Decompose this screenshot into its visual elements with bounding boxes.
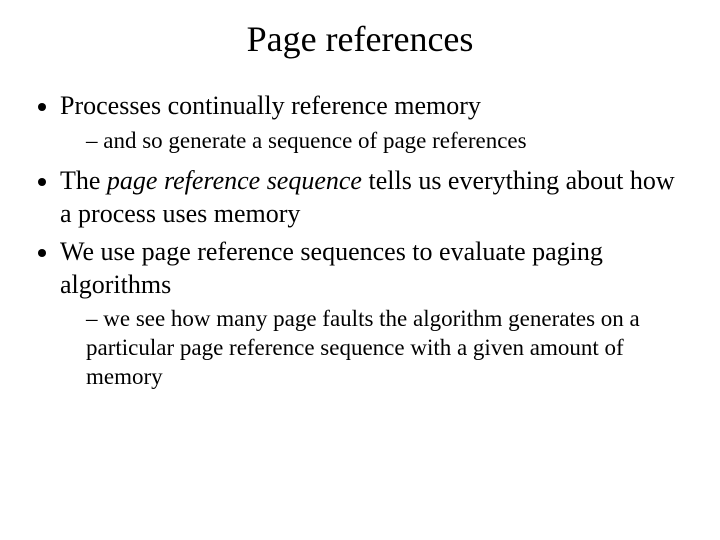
bullet-3-sublist: we see how many page faults the algorith… <box>60 305 692 391</box>
bullet-3: We use page reference sequences to evalu… <box>60 236 692 391</box>
bullet-1: Processes continually reference memory a… <box>60 90 692 155</box>
bullet-3-sub-1: we see how many page faults the algorith… <box>86 305 692 391</box>
bullet-1-text: Processes continually reference memory <box>60 91 481 120</box>
bullet-list: Processes continually reference memory a… <box>24 90 692 392</box>
slide: Page references Processes continually re… <box>0 18 720 540</box>
bullet-2-pre: The <box>60 166 107 195</box>
bullet-1-sublist: and so generate a sequence of page refer… <box>60 127 692 156</box>
bullet-2-term: page reference sequence <box>107 166 362 195</box>
bullet-1-sub-1: and so generate a sequence of page refer… <box>86 127 692 156</box>
bullet-2: The page reference sequence tells us eve… <box>60 165 692 230</box>
bullet-3-text: We use page reference sequences to evalu… <box>60 237 603 299</box>
slide-title: Page references <box>0 18 720 60</box>
slide-body: Processes continually reference memory a… <box>0 90 720 392</box>
